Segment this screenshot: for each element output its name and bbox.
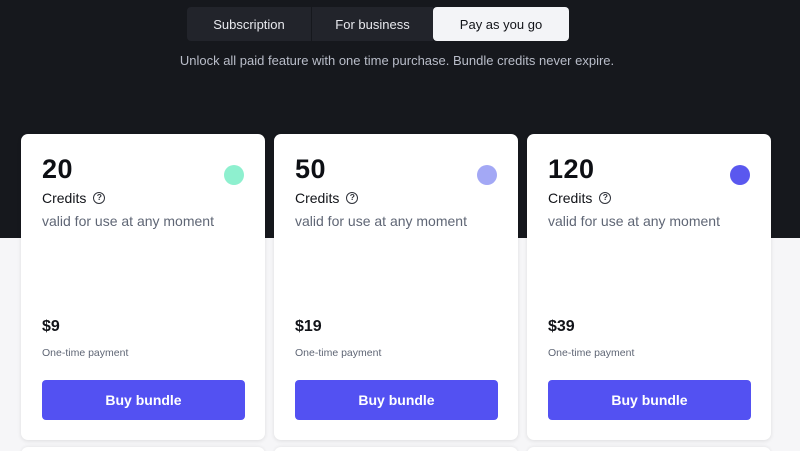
- next-card-edge: [21, 447, 265, 451]
- credits-label: Credits: [42, 190, 87, 206]
- help-icon[interactable]: ?: [599, 192, 612, 204]
- help-icon[interactable]: ?: [346, 192, 359, 204]
- bundle-card-50: 50 Credits ? valid for use at any moment…: [274, 134, 518, 440]
- price: $9: [42, 318, 60, 335]
- bundle-card-20: 20 Credits ? valid for use at any moment…: [21, 134, 265, 440]
- validity-text: valid for use at any moment: [42, 213, 214, 229]
- price: $39: [548, 318, 575, 335]
- tab-for-business[interactable]: For business: [311, 7, 433, 41]
- payment-note: One-time payment: [548, 347, 635, 359]
- buy-bundle-button[interactable]: Buy bundle: [295, 380, 498, 420]
- validity-text: valid for use at any moment: [295, 213, 467, 229]
- credit-amount: 50: [295, 154, 327, 184]
- buy-bundle-button[interactable]: Buy bundle: [548, 380, 751, 420]
- pricing-subtitle: Unlock all paid feature with one time pu…: [179, 53, 615, 68]
- credits-row: Credits ?: [295, 190, 359, 206]
- color-dot-icon: [730, 165, 750, 185]
- pricing-tabs: Subscription For business Pay as you go: [187, 7, 569, 41]
- payment-note: One-time payment: [42, 347, 129, 359]
- credits-row: Credits ?: [548, 190, 612, 206]
- tab-subscription[interactable]: Subscription: [187, 7, 311, 41]
- payment-note: One-time payment: [295, 347, 382, 359]
- credits-row: Credits ?: [42, 190, 106, 206]
- credit-amount: 20: [42, 154, 74, 184]
- bundle-card-120: 120 Credits ? valid for use at any momen…: [527, 134, 771, 440]
- validity-text: valid for use at any moment: [548, 213, 720, 229]
- color-dot-icon: [224, 165, 244, 185]
- price: $19: [295, 318, 322, 335]
- tab-pay-as-you-go[interactable]: Pay as you go: [433, 7, 569, 41]
- credit-amount: 120: [548, 154, 595, 184]
- color-dot-icon: [477, 165, 497, 185]
- help-icon[interactable]: ?: [93, 192, 106, 204]
- credits-label: Credits: [548, 190, 593, 206]
- next-card-edge: [527, 447, 771, 451]
- credits-label: Credits: [295, 190, 340, 206]
- next-card-edge: [274, 447, 518, 451]
- buy-bundle-button[interactable]: Buy bundle: [42, 380, 245, 420]
